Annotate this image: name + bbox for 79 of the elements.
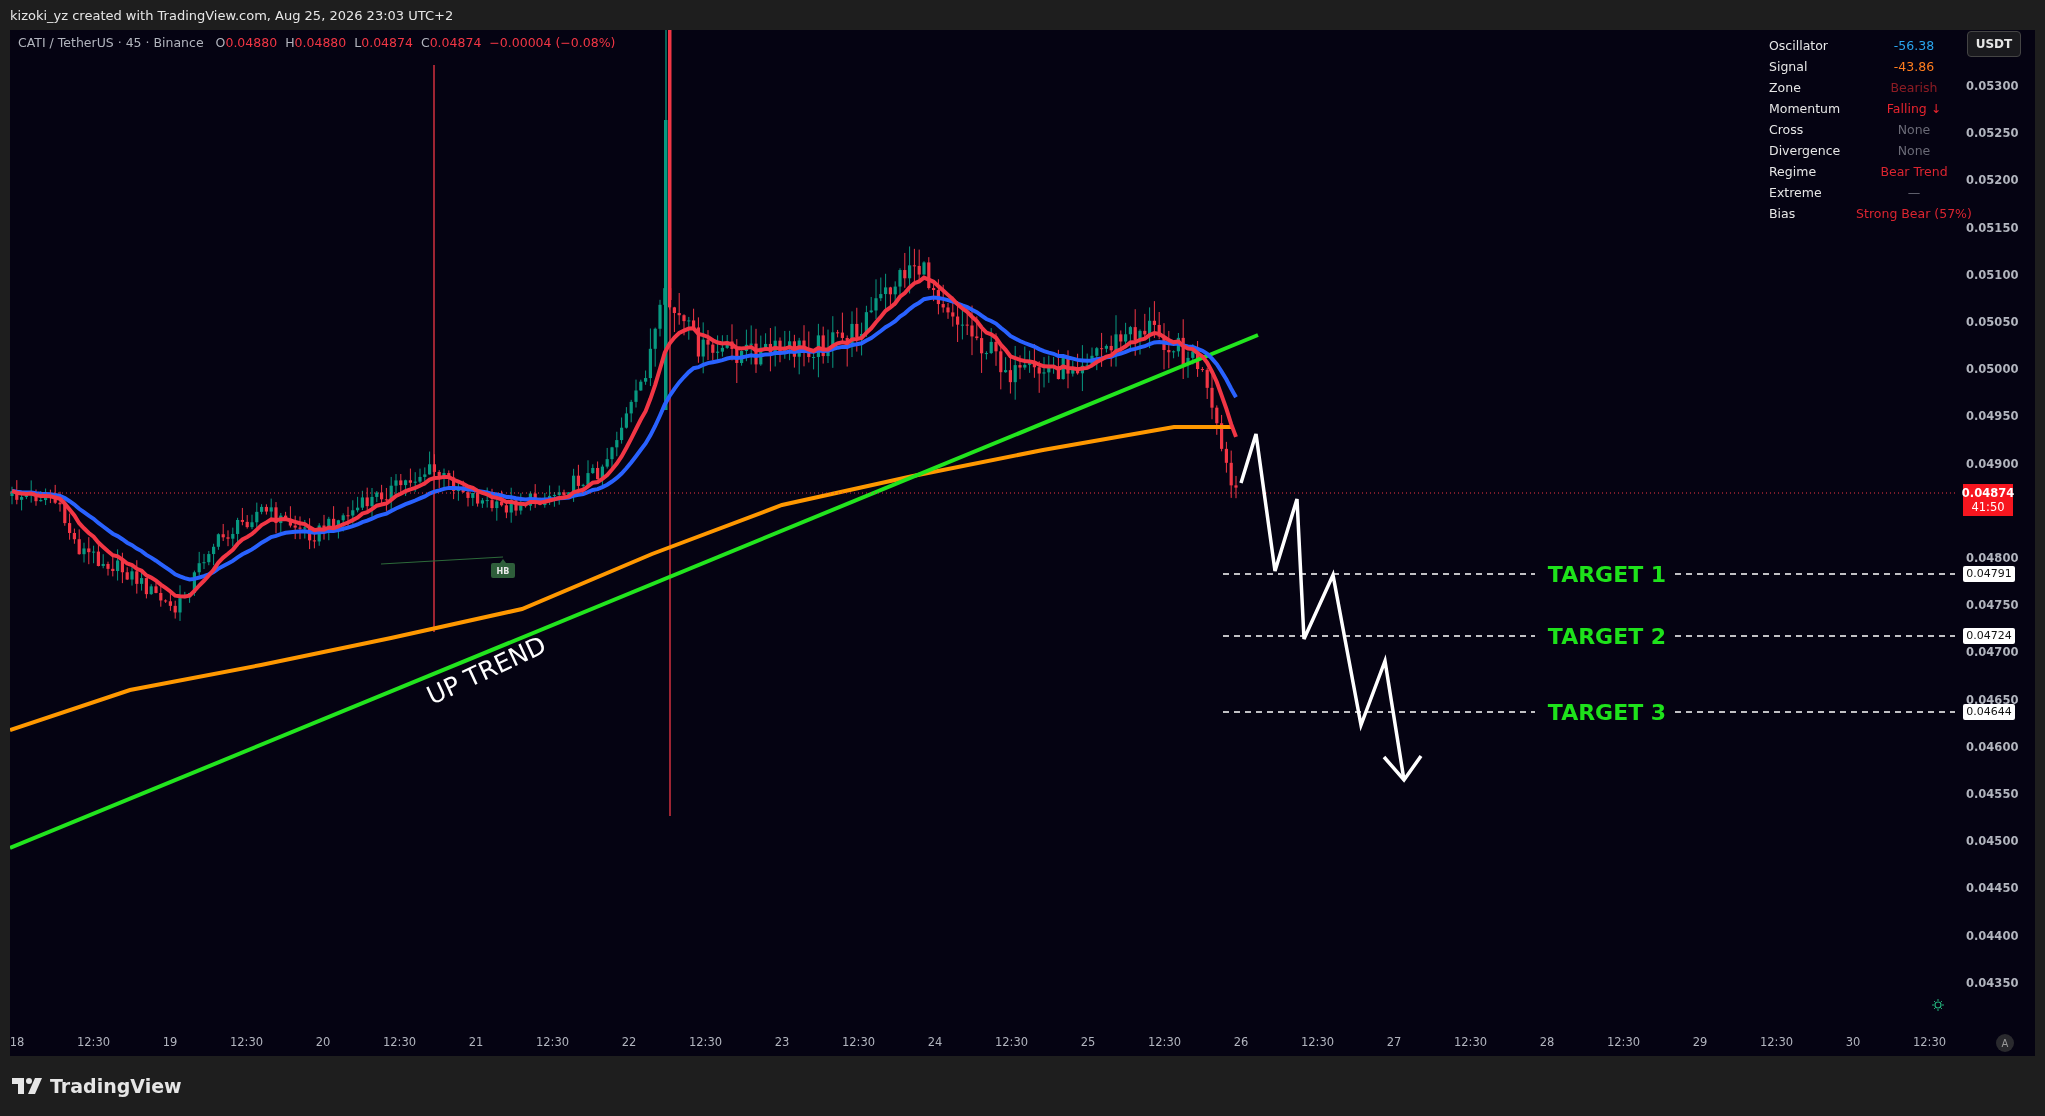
logo-text: TradingView [50, 1075, 182, 1097]
time-tick: 12:30 [1300, 1035, 1335, 1049]
indicator-value: Strong Bear (57%) [1855, 206, 1973, 221]
time-tick: 25 [1080, 1035, 1096, 1049]
price-change: −0.00004 (−0.08%) [489, 35, 616, 50]
target-label: TARGET 3 [1547, 700, 1667, 725]
indicator-value: Falling ↓ [1885, 101, 1943, 116]
symbol-title: CATI / TetherUS · 45 · Binance [18, 35, 204, 50]
time-tick: 22 [621, 1035, 637, 1049]
time-tick: 28 [1539, 1035, 1555, 1049]
price-tick: 0.04550 [1966, 787, 2019, 801]
time-tick: 24 [927, 1035, 943, 1049]
price-tick: 0.05250 [1966, 126, 2019, 141]
time-tick: 12:30 [229, 1035, 264, 1049]
time-tick: 26 [1233, 1035, 1249, 1049]
time-tick: 12:30 [1912, 1035, 1947, 1049]
time-tick: 12:30 [76, 1035, 111, 1049]
indicator-label: Momentum [1769, 101, 1842, 116]
target-label: TARGET 1 [1547, 562, 1667, 587]
indicator-value: -43.86 [1892, 59, 1936, 74]
chart-attribution: kizoki_yz created with TradingView.com, Aug 25, 2026 23:03 UTC+2 [10, 7, 454, 23]
currency-button[interactable]: USDT [1967, 31, 2021, 57]
ohlc-value: O0.04880 [215, 35, 278, 50]
time-tick: 19 [162, 1035, 178, 1049]
time-tick: 23 [774, 1035, 790, 1049]
target-price-tag: 0.04791 [1963, 566, 2015, 582]
indicator-label: Cross [1769, 122, 1805, 137]
price-tick: 0.04700 [1966, 645, 2019, 660]
auto-scale-button[interactable]: A [1996, 1034, 2014, 1052]
time-tick: 29 [1692, 1035, 1708, 1049]
logo-icon [12, 1078, 42, 1094]
time-tick: 12:30 [841, 1035, 876, 1049]
time-tick: 30 [1845, 1035, 1861, 1049]
time-tick: 12:30 [1147, 1035, 1182, 1049]
indicator-label: Extreme [1769, 185, 1823, 200]
price-tick: 0.04900 [1966, 456, 2019, 471]
sun-icon[interactable] [1931, 998, 1945, 1012]
time-tick: 12:30 [1453, 1035, 1488, 1049]
time-tick: 12:30 [382, 1035, 417, 1049]
price-tick: 0.04650 [1966, 692, 2019, 707]
price-tick: 0.05200 [1966, 173, 2019, 188]
time-tick: 21 [468, 1035, 484, 1049]
indicator-value: None [1896, 143, 1932, 158]
price-tick: 0.05050 [1966, 315, 2019, 329]
indicator-label: Divergence [1769, 143, 1842, 158]
time-tick: 12:30 [1759, 1035, 1794, 1049]
price-tick: 0.05300 [1966, 79, 2019, 93]
price-tick: 0.04950 [1966, 409, 2019, 424]
price-tick: 0.04350 [1966, 975, 2019, 990]
price-tick: 0.05000 [1966, 362, 2019, 377]
ohlc-value: C0.04874 [420, 35, 482, 50]
time-tick: 20 [315, 1035, 331, 1049]
time-tick: 12:30 [1606, 1035, 1641, 1049]
indicator-label: Signal [1769, 59, 1809, 74]
time-tick: 18 [9, 1035, 25, 1049]
time-tick: 12:30 [994, 1035, 1029, 1049]
ohlc-value: L0.04874 [354, 35, 413, 50]
ohlc-value: H0.04880 [285, 35, 347, 50]
indicator-value: Bear Trend [1879, 164, 1949, 179]
marker-badge: HB [491, 559, 515, 578]
price-tick: 0.04450 [1966, 881, 2019, 896]
price-tick: 0.04750 [1966, 598, 2019, 613]
target-label: TARGET 2 [1547, 624, 1667, 649]
price-tick: 0.04600 [1966, 739, 2019, 754]
target-price-tag: 0.04644 [1963, 704, 2015, 720]
indicator-label: Oscillator [1769, 38, 1829, 53]
price-tick: 0.04400 [1966, 928, 2019, 943]
indicator-label: Bias [1769, 206, 1797, 221]
time-tick: 27 [1386, 1035, 1402, 1049]
price-tick: 0.05100 [1966, 267, 2019, 282]
indicator-label: Zone [1769, 80, 1802, 95]
time-tick: 12:30 [535, 1035, 570, 1049]
indicator-value: — [1906, 185, 1922, 200]
target-price-tag: 0.04724 [1963, 628, 2015, 644]
price-tick: 0.05150 [1966, 220, 2019, 235]
price-tick: 0.04500 [1966, 834, 2019, 849]
price-tick: 0.04800 [1966, 551, 2019, 565]
indicator-label: Regime [1769, 164, 1818, 179]
time-tick: 12:30 [688, 1035, 723, 1049]
